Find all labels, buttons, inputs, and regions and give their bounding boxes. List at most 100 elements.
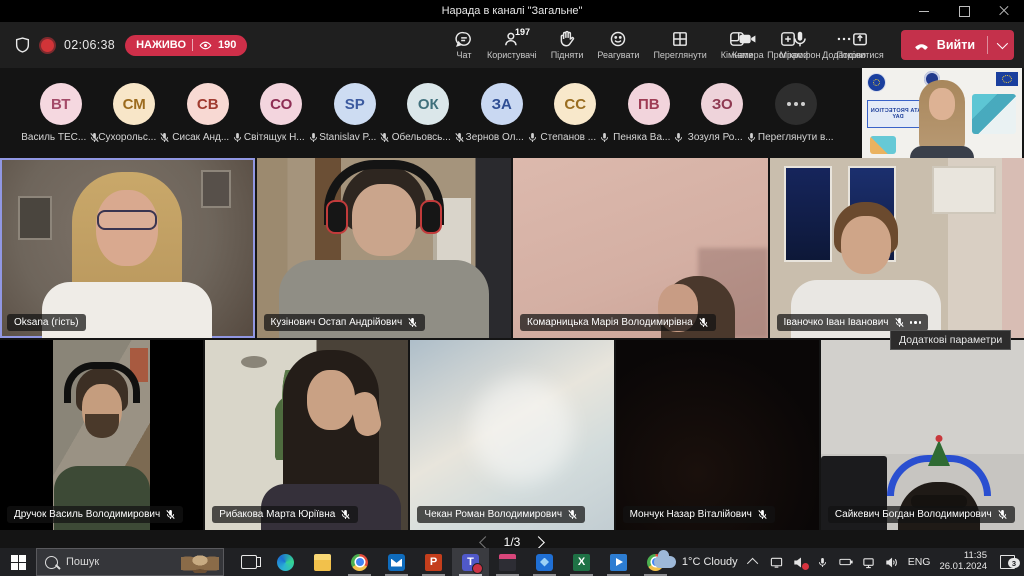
teams-app-button[interactable]: T	[452, 548, 489, 576]
avatar: СС	[554, 83, 596, 125]
action-center-button[interactable]: 3	[996, 555, 1018, 569]
microphone-tray-icon[interactable]	[816, 554, 830, 570]
roster-name: Василь ТЕС...	[21, 132, 86, 143]
illustration	[870, 136, 896, 154]
roster-name: Степанов ...	[540, 132, 596, 143]
display-tray-icon[interactable]	[770, 554, 784, 570]
next-page-button[interactable]	[532, 536, 545, 549]
search-highlight-owl-image	[181, 552, 219, 573]
camera-button[interactable]: Камера	[725, 23, 770, 67]
share-button[interactable]: Поділитися	[829, 23, 890, 67]
name-label: Іваночко Іван Іванович	[777, 314, 929, 331]
close-button[interactable]	[984, 0, 1024, 22]
roster-item[interactable]: ЗО Зозуля Ро...	[686, 68, 760, 158]
roster-item[interactable]: ВТ Василь ТЕС...	[24, 68, 98, 158]
name-label: Oksana (гість)	[7, 314, 86, 331]
chat-button[interactable]: Чат	[448, 23, 480, 67]
leave-options-button[interactable]	[988, 30, 1014, 60]
edge-app-button[interactable]	[267, 548, 304, 576]
leave-main[interactable]: Вийти	[901, 30, 987, 60]
language-indicator[interactable]: ENG	[908, 556, 931, 568]
live-separator	[192, 39, 193, 51]
notification-count-badge: 3	[1008, 558, 1020, 568]
task-view-button[interactable]	[230, 548, 267, 576]
powerpoint-app-button[interactable]: P	[415, 548, 452, 576]
muted-speaker-tray-icon[interactable]	[793, 554, 807, 570]
roster-name: Зозуля Ро...	[688, 132, 743, 143]
volume-tray-icon[interactable]	[885, 554, 899, 570]
weather-text: 1°C Cloudy	[682, 556, 738, 568]
network-tray-icon[interactable]	[862, 554, 876, 570]
file-explorer-button[interactable]	[304, 548, 341, 576]
roster-item[interactable]: СС Степанов ...	[539, 68, 613, 158]
video-tile-komarnytska[interactable]: Комарницька Марія Володимирівна	[513, 158, 768, 338]
roster-item[interactable]: SP Stanislav P...	[318, 68, 392, 158]
mic-muted-icon	[698, 317, 709, 328]
react-button[interactable]: Реагувати	[590, 23, 646, 67]
attendee-roster: ВТ Василь ТЕС... СМ Сухорольс... СВ Сиса…	[0, 68, 860, 158]
secondary-app-button[interactable]	[489, 548, 526, 576]
tooltip-more-options: Додаткові параметри	[890, 330, 1011, 350]
share-icon	[851, 30, 869, 48]
mic-icon	[746, 132, 757, 143]
mic-icon	[673, 132, 684, 143]
microphone-button[interactable]: Мікрофон	[773, 23, 828, 67]
leave-button[interactable]: Вийти	[901, 30, 1014, 60]
roster-item[interactable]: СМ Сухорольс...	[98, 68, 172, 158]
teams-icon: T	[462, 554, 479, 571]
name-label: Дручок Василь Володимирович	[7, 506, 183, 523]
battery-tray-icon[interactable]	[839, 554, 853, 570]
participants-button[interactable]: 197 Користувачі	[480, 23, 544, 67]
mail-app-button[interactable]	[378, 548, 415, 576]
avatar: ЗА	[481, 83, 523, 125]
mic-muted-icon	[567, 509, 578, 520]
chrome-app-button[interactable]	[341, 548, 378, 576]
media-player-app-button[interactable]	[600, 548, 637, 576]
hang-up-icon	[913, 37, 930, 54]
name-label: Рибакова Марта Юріївна	[212, 506, 358, 523]
chrome-icon	[351, 554, 368, 571]
photos-app-button[interactable]	[526, 548, 563, 576]
react-icon	[609, 30, 627, 48]
taskbar-search-input[interactable]: Пошук	[36, 548, 224, 576]
maximize-button[interactable]	[944, 0, 984, 22]
task-view-icon	[241, 555, 257, 569]
excel-app-button[interactable]: X	[563, 548, 600, 576]
video-tile-chekan[interactable]: Чекан Роман Володимирович	[410, 340, 613, 530]
video-tile-monchuk[interactable]: Мончук Назар Віталійович	[616, 340, 819, 530]
video-tile-druchok[interactable]: Дручок Василь Володимирович	[0, 340, 203, 530]
hidden-icons-button[interactable]	[747, 554, 761, 570]
raise-hand-icon	[558, 30, 576, 48]
minimize-button[interactable]	[904, 0, 944, 22]
roster-name: Сисак Анд...	[172, 132, 229, 143]
roster-item[interactable]: ПВ Пеняка Ва...	[612, 68, 686, 158]
roster-item[interactable]: ОК Обельовсь...	[392, 68, 466, 158]
roster-item[interactable]: СВ Сисак Анд...	[171, 68, 245, 158]
presenter-video-tile[interactable]: DATA PROTECTION DAY	[862, 68, 1022, 158]
video-tile-kuzinovych[interactable]: Кузінович Остап Андрійович	[257, 158, 512, 338]
view-button[interactable]: Переглянути	[646, 23, 713, 67]
weather-widget[interactable]: 1°C Cloudy	[654, 556, 738, 568]
roster-item[interactable]: СО Світящук Н...	[245, 68, 319, 158]
roster-name: Сухорольс...	[98, 132, 156, 143]
avatar: ЗО	[701, 83, 743, 125]
page-indicator: 1/3	[504, 535, 521, 549]
clock-widget[interactable]: 11:35 26.01.2024	[939, 551, 987, 573]
roster-name: Stanislav P...	[319, 132, 376, 143]
roster-item[interactable]: ЗА Зернов Ол...	[465, 68, 539, 158]
avatar: SP	[334, 83, 376, 125]
tile-more-options-icon[interactable]	[910, 321, 922, 324]
roster-more-button[interactable]: Переглянути в...	[759, 68, 833, 158]
video-tile-rybakova[interactable]: Рибакова Марта Юріївна	[205, 340, 408, 530]
microphone-icon	[791, 30, 809, 48]
view-grid-icon	[671, 30, 689, 48]
mic-muted-icon	[407, 317, 418, 328]
cloud-icon	[654, 556, 676, 568]
raise-hand-button[interactable]: Підняти	[544, 23, 591, 67]
video-tile-oksana[interactable]: Oksana (гість)	[0, 158, 255, 338]
video-tile-saikevych[interactable]: Сайкевич Богдан Володимирович	[821, 340, 1024, 530]
mic-muted-icon	[757, 509, 768, 520]
video-tile-ivanochko[interactable]: Іваночко Іван Іванович	[770, 158, 1024, 338]
previous-page-button[interactable]	[479, 536, 492, 549]
start-button[interactable]	[0, 548, 36, 576]
